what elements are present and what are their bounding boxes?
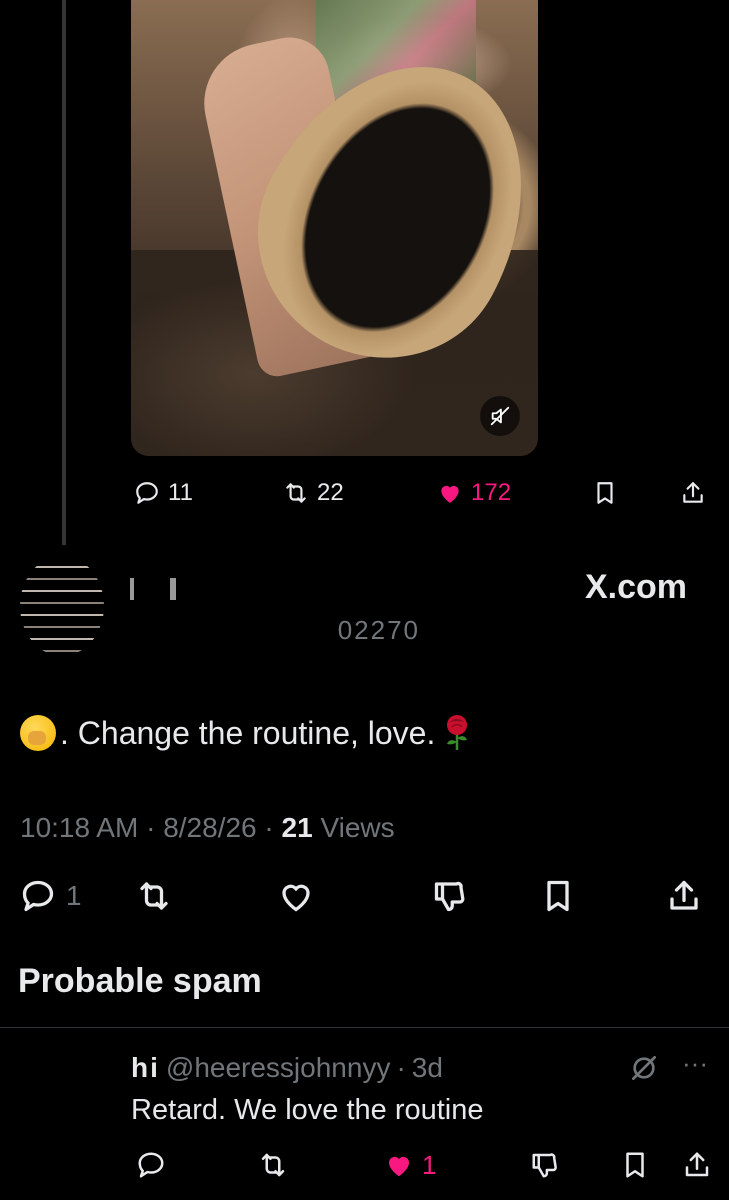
bookmark-action[interactable] [540, 876, 576, 916]
nested-reply-text: Retard. We love the routine [131, 1094, 484, 1126]
repost-icon [140, 882, 168, 910]
grok-icon [632, 1056, 656, 1080]
heart-outline-icon [282, 884, 310, 912]
muted-speaker-icon [490, 406, 510, 426]
bookmark-action[interactable] [620, 1148, 650, 1182]
bookmark-action[interactable] [592, 478, 618, 508]
heart-filled-icon [389, 1156, 409, 1177]
grok-action[interactable] [628, 1052, 660, 1084]
repost-action[interactable] [136, 876, 172, 916]
avatar[interactable] [20, 556, 104, 656]
repost-icon [286, 483, 306, 503]
downvote-action[interactable] [432, 876, 468, 916]
like-count: 1 [422, 1149, 437, 1180]
views-label: Views [320, 812, 395, 843]
share-action[interactable] [666, 876, 702, 916]
nested-reply-header: hi @heeressjohnnyy · 3d [131, 1052, 443, 1084]
like-count: 172 [471, 479, 512, 506]
share-icon [683, 482, 703, 503]
meta-separator: · [146, 812, 164, 843]
tweet-time[interactable]: 10:18 AM [20, 812, 138, 843]
meta-separator: · [264, 812, 282, 843]
share-action[interactable] [682, 1148, 712, 1182]
thumbs-down-icon [532, 1153, 557, 1178]
repost-icon [261, 1153, 285, 1177]
video-media[interactable] [131, 0, 538, 456]
reply-action[interactable]: 11 [134, 478, 193, 508]
repost-action[interactable]: 22 [283, 478, 344, 508]
bookmark-icon [626, 1152, 644, 1178]
share-action[interactable] [680, 478, 706, 508]
probable-spam-label: Probable spam [18, 962, 262, 1000]
repost-action[interactable] [258, 1148, 288, 1182]
tweet-thread-page: 11 22 172 02270 X.com . Change the routi… [0, 0, 729, 1200]
tweet-date[interactable]: 8/28/26 [163, 812, 256, 843]
thread-connector-line [62, 0, 66, 545]
views-count: 21 [281, 812, 313, 843]
like-action[interactable] [278, 876, 314, 916]
bookmark-icon [597, 482, 613, 504]
reply-count: 1 [66, 880, 82, 911]
mute-toggle-button[interactable] [480, 396, 520, 436]
more-options-button[interactable]: ··· [682, 1048, 708, 1079]
reply-action[interactable] [136, 1148, 166, 1182]
like-action[interactable]: 1 [384, 1148, 436, 1182]
source-watermark: X.com [584, 568, 687, 606]
author-handle-redacted[interactable]: 02270 [130, 615, 420, 641]
repost-count: 22 [317, 479, 344, 506]
thumbs-down-icon [434, 881, 465, 912]
meta-separator: · [396, 1052, 406, 1083]
like-action[interactable]: 172 [437, 478, 511, 508]
more-dots-icon: ··· [682, 1048, 708, 1078]
tweet-text: . Change the routine, love. [20, 714, 473, 752]
reply-bubble-icon [22, 880, 54, 912]
face-with-hand-over-mouth-emoji [20, 715, 56, 751]
heart-filled-icon [441, 485, 459, 503]
tweet-body: . Change the routine, love. [60, 714, 436, 751]
bookmark-icon [547, 880, 569, 912]
handle-visible-fragment: 02270 [337, 615, 420, 641]
tweet-meta: 10:18 AM · 8/28/26 · 21 Views [20, 812, 395, 844]
divider [0, 1027, 729, 1028]
author-name-redacted[interactable] [112, 572, 322, 602]
nested-reply-author-name[interactable]: hi [131, 1052, 160, 1084]
reply-bubble-icon [136, 482, 158, 504]
nested-reply-handle[interactable]: @heeressjohnnyy [166, 1052, 391, 1084]
reply-action[interactable]: 1 [20, 876, 82, 916]
share-icon [670, 880, 698, 910]
rose-emoji [441, 714, 473, 752]
reply-bubble-icon [138, 1152, 164, 1178]
downvote-action[interactable] [530, 1148, 560, 1182]
reply-count: 11 [168, 479, 193, 506]
share-icon [685, 1152, 709, 1177]
nested-reply-age[interactable]: 3d [412, 1052, 443, 1084]
